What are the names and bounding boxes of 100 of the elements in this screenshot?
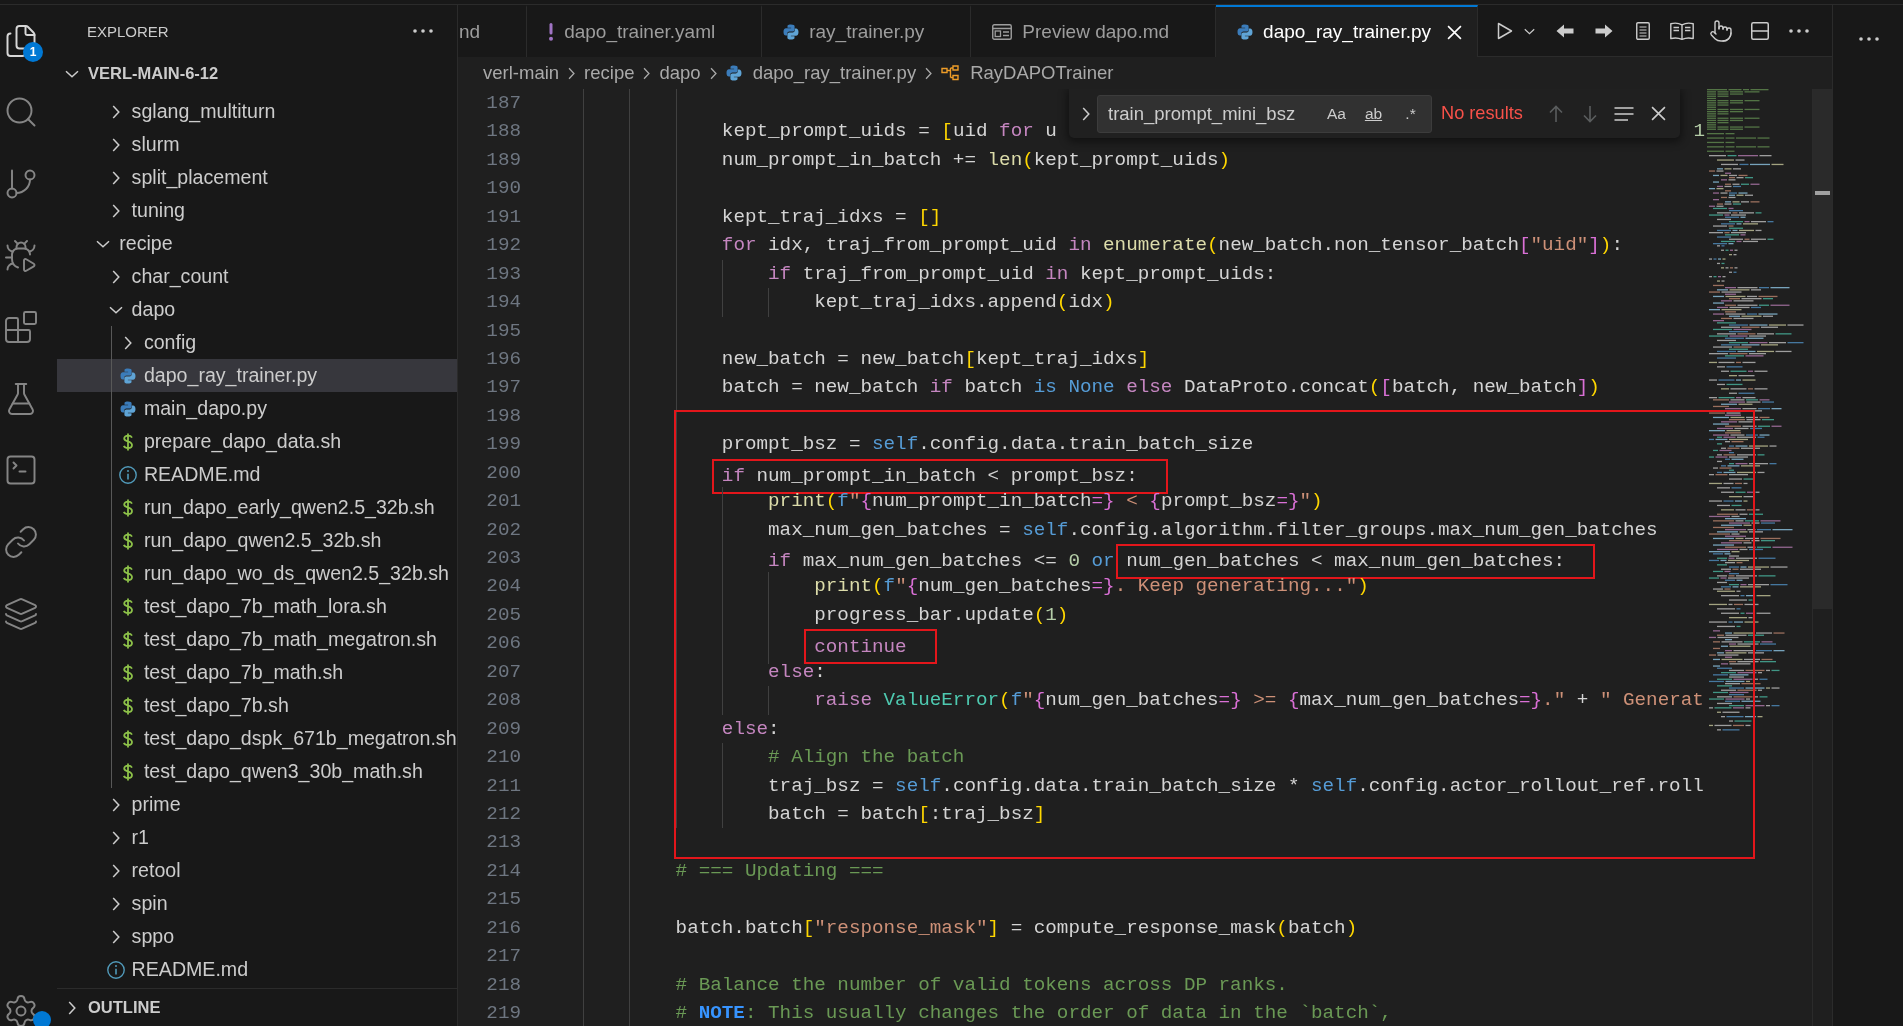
- line-number: 194: [486, 290, 521, 316]
- chevron-right-icon[interactable]: [111, 137, 120, 152]
- option-toggle[interactable]: Aa: [1318, 99, 1355, 128]
- tree-item[interactable]: README.md: [57, 458, 457, 491]
- chevron-right-icon[interactable]: [111, 863, 120, 878]
- info-icon: [118, 465, 137, 484]
- code-line: num_gen_batches < max_num_gen_batches:: [1126, 549, 1566, 575]
- chevron-down-icon[interactable]: [65, 69, 79, 78]
- close-icon[interactable]: [1650, 106, 1666, 121]
- arrow-right-icon[interactable]: [1594, 24, 1613, 38]
- line-number: 201: [486, 489, 521, 515]
- chevron-right-icon[interactable]: [111, 170, 120, 185]
- chevron-right-icon[interactable]: [111, 830, 120, 845]
- code-line: num_prompt_in_batch += len(kept_prompt_uids): [721, 147, 1231, 173]
- line-number: 209: [486, 716, 521, 742]
- tree-item[interactable]: tuning: [57, 194, 457, 227]
- chevron-right-icon[interactable]: [111, 929, 120, 944]
- tree-item[interactable]: test_dapo_7b_math_megatron.sh: [57, 623, 457, 656]
- line-number: 200: [486, 460, 521, 486]
- tree-item[interactable]: run_dapo_wo_ds_qwen2.5_32b.sh: [57, 557, 457, 590]
- chevron-right-icon[interactable]: [123, 335, 132, 350]
- scrollbar-thumb[interactable]: [1813, 89, 1832, 609]
- tree-item[interactable]: test_dapo_7b_math_lora.sh: [57, 590, 457, 623]
- split-layout-icon[interactable]: [1750, 22, 1769, 40]
- lines-icon[interactable]: [1614, 106, 1634, 121]
- preview-icon: [992, 24, 1013, 40]
- tree-item[interactable]: char_count: [57, 260, 457, 293]
- tree-item[interactable]: dapo: [57, 293, 457, 326]
- line-number: 191: [486, 204, 521, 230]
- more-icon[interactable]: [1859, 37, 1879, 41]
- settings-icon[interactable]: [3, 992, 39, 1026]
- dollar-icon: [121, 432, 134, 451]
- chevron-right-icon[interactable]: [1082, 106, 1090, 121]
- tree-item[interactable]: sppo: [57, 920, 457, 953]
- find-field[interactable]: train_prompt_mini_bsz Aa ab .*: [1097, 94, 1432, 133]
- tree-item[interactable]: prepare_dapo_data.sh: [57, 425, 457, 458]
- option-toggle[interactable]: ab: [1355, 99, 1392, 128]
- open-book-icon[interactable]: [1669, 22, 1694, 40]
- tree-item[interactable]: test_dapo_qwen3_30b_math.sh: [57, 755, 457, 788]
- chevron-right-icon[interactable]: [111, 203, 120, 218]
- tree-item[interactable]: split_placement: [57, 161, 457, 194]
- document-icon[interactable]: [1635, 22, 1650, 40]
- tree-item[interactable]: test_dapo_dspk_671b_megatron.sh: [57, 722, 457, 755]
- tree-item[interactable]: test_dapo_7b.sh: [57, 689, 457, 722]
- tree-item[interactable]: sglang_multiturn: [57, 95, 457, 128]
- tree-item[interactable]: README.md: [57, 953, 457, 986]
- folder-header[interactable]: VERL-MAIN-6-12: [57, 57, 457, 90]
- layers-icon[interactable]: [3, 595, 39, 632]
- blocks-icon[interactable]: [3, 309, 39, 346]
- line-number: 187: [486, 91, 521, 116]
- line-number: 197: [486, 375, 521, 401]
- chevron-down-icon[interactable]: [108, 305, 123, 314]
- breadcrumb-item[interactable]: dapo: [659, 62, 701, 84]
- tree-item[interactable]: test_dapo_7b_math.sh: [57, 656, 457, 689]
- arrow-left-icon[interactable]: [1555, 24, 1574, 38]
- file-type-icon: [119, 400, 136, 417]
- code-line: else:: [721, 716, 780, 742]
- line-number: 204: [486, 574, 521, 600]
- tree-item[interactable]: retool: [57, 854, 457, 887]
- tree-item[interactable]: r1: [57, 821, 457, 854]
- chevron-down-icon[interactable]: [96, 239, 111, 248]
- tab[interactable]: nd: [458, 5, 528, 57]
- tree-item[interactable]: config: [57, 326, 457, 359]
- chevron-right-icon[interactable]: [111, 797, 120, 812]
- tree-item[interactable]: prime: [57, 788, 457, 821]
- play-icon[interactable]: [1497, 22, 1513, 40]
- chevron-right-icon[interactable]: [111, 269, 120, 284]
- breadcrumb-item[interactable]: verl-main: [483, 62, 560, 84]
- more-icon[interactable]: [413, 29, 433, 33]
- more-icon[interactable]: [1788, 29, 1809, 33]
- chevron-right-icon[interactable]: [68, 1000, 76, 1015]
- breadcrumb-item[interactable]: RayDAPOTrainer: [941, 62, 1114, 84]
- tab[interactable]: Preview dapo.md: [971, 5, 1217, 57]
- tab[interactable]: ray_trainer.py: [762, 5, 972, 57]
- breadcrumb-item[interactable]: dapo_ray_trainer.py: [725, 62, 917, 84]
- line-number: 192: [486, 233, 521, 259]
- code-line: if traj_from_prompt_uid in kept_prompt_uids:: [768, 261, 1277, 287]
- code-line: prompt_bsz = self.config.data.train_batch_size: [721, 432, 1254, 458]
- tab[interactable]: dapo_ray_trainer.py: [1216, 5, 1479, 57]
- outline-header[interactable]: OUTLINE: [57, 988, 457, 1026]
- tree-item[interactable]: dapo_ray_trainer.py: [57, 359, 457, 392]
- chevron-right-icon[interactable]: [111, 896, 120, 911]
- tree-item[interactable]: run_dapo_early_qwen2.5_32b.sh: [57, 491, 457, 524]
- tree-item[interactable]: main_dapo.py: [57, 392, 457, 425]
- tab[interactable]: dapo_trainer.yaml: [527, 5, 763, 57]
- breadcrumb-item[interactable]: recipe: [584, 62, 635, 84]
- tree-item[interactable]: run_dapo_qwen2.5_32b.sh: [57, 524, 457, 557]
- file-type-icon: [725, 65, 742, 81]
- chevron-right-icon[interactable]: [111, 104, 120, 119]
- link-icon[interactable]: [3, 523, 39, 560]
- pointing-hand-icon[interactable]: [1708, 19, 1733, 43]
- code-line: batch.batch["response_mask"] = compute_response_mask(batch): [675, 915, 1358, 941]
- line-number: 212: [486, 801, 521, 827]
- tree-item[interactable]: slurm: [57, 128, 457, 161]
- tree-item[interactable]: spin: [57, 887, 457, 920]
- file-type-icon: [1237, 24, 1254, 40]
- tree-item[interactable]: recipe: [57, 227, 457, 260]
- code-line: max_num_gen_batches = self.config.algorithm.filter_groups.max_num_gen_batches: [768, 517, 1658, 543]
- option-toggle[interactable]: .*: [1392, 99, 1429, 128]
- chevron-down-icon[interactable]: [1523, 27, 1535, 35]
